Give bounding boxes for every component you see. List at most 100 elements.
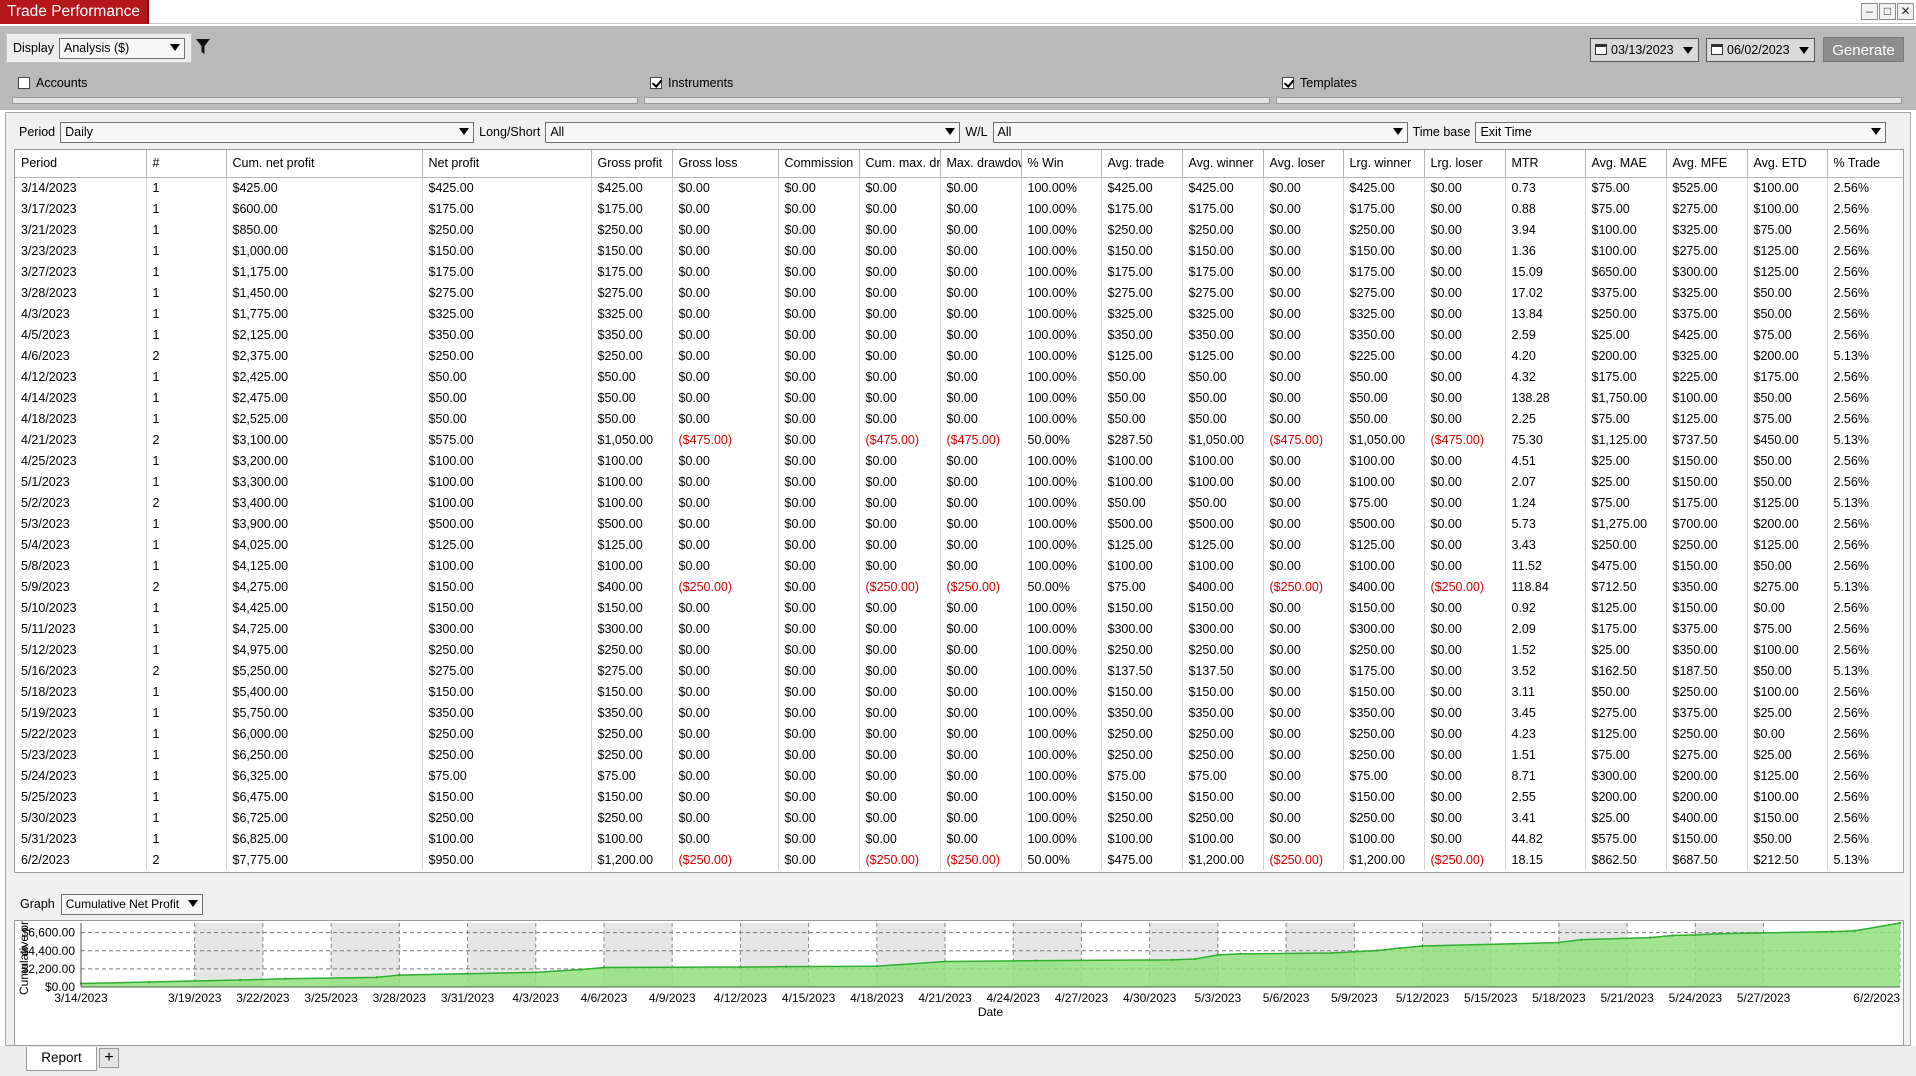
column-header[interactable]: Avg. trade [1101,150,1183,178]
table-cell: $0.00 [778,219,860,240]
templates-toggle[interactable]: Templates [1282,76,1357,90]
column-header[interactable]: Lrg. loser [1424,150,1506,178]
table-cell: $0.00 [1424,177,1506,198]
column-header[interactable]: MTR [1505,150,1586,178]
column-header[interactable]: Gross loss [672,150,779,178]
table-cell: $0.00 [940,744,1022,765]
column-header[interactable]: Lrg. winner [1343,150,1425,178]
column-header[interactable]: Avg. loser [1263,150,1344,178]
instruments-toggle[interactable]: Instruments [650,76,733,90]
table-cell: $75.00 [1747,324,1828,345]
x-tick-label: 5/15/2023 [1464,991,1518,1005]
table-row[interactable]: 5/23/2023 1 $6,250.00 $250.00 $250.00 $0.00 $0… [15,744,1903,765]
table-row[interactable]: 5/1/2023 1 $3,300.00 $100.00 $100.00 $0.00 $0.… [15,471,1903,492]
table-row[interactable]: 5/16/2023 2 $5,250.00 $275.00 $275.00 $0.00 $0… [15,660,1903,681]
table-row[interactable]: 5/11/2023 1 $4,725.00 $300.00 $300.00 $0.00 $0… [15,618,1903,639]
table-row[interactable]: 5/19/2023 1 $5,750.00 $350.00 $350.00 $0.00 $0… [15,702,1903,723]
templates-panel-bar[interactable] [1276,97,1902,104]
table-row[interactable]: 4/14/2023 1 $2,475.00 $50.00 $50.00 $0.00 $0.0… [15,387,1903,408]
table-cell: $3,900.00 [226,513,423,534]
table-row[interactable]: 4/6/2023 2 $2,375.00 $250.00 $250.00 $0.00 $0.… [15,345,1903,366]
table-row[interactable]: 5/12/2023 1 $4,975.00 $250.00 $250.00 $0.00 $0… [15,639,1903,660]
period-select[interactable]: Daily [60,121,475,143]
table-row[interactable]: 4/12/2023 1 $2,425.00 $50.00 $50.00 $0.00 $0.0… [15,366,1903,387]
table-row[interactable]: 5/18/2023 1 $5,400.00 $150.00 $150.00 $0.00 $0… [15,681,1903,702]
close-button[interactable]: ✕ [1897,3,1914,20]
table-row[interactable]: 5/30/2023 1 $6,725.00 $250.00 $250.00 $0.00 $0… [15,807,1903,828]
column-header[interactable]: Cum. net profit [226,150,423,178]
table-row[interactable]: 5/25/2023 1 $6,475.00 $150.00 $150.00 $0.00 $0… [15,786,1903,807]
table-cell: $250.00 [422,744,592,765]
column-header[interactable]: Avg. ETD [1747,150,1828,178]
table-row[interactable]: 5/22/2023 1 $6,000.00 $250.00 $250.00 $0.00 $0… [15,723,1903,744]
column-header[interactable]: Commission [778,150,860,178]
table-row[interactable]: 3/27/2023 1 $1,175.00 $175.00 $175.00 $0.00 $0… [15,261,1903,282]
table-cell: 1 [146,597,227,618]
table-row[interactable]: 4/18/2023 1 $2,525.00 $50.00 $50.00 $0.00 $0.0… [15,408,1903,429]
chevron-down-icon [170,43,180,51]
restore-button[interactable]: □ [1879,3,1896,20]
table-row[interactable]: 5/4/2023 1 $4,025.00 $125.00 $125.00 $0.00 $0.… [15,534,1903,555]
table-row[interactable]: 3/28/2023 1 $1,450.00 $275.00 $275.00 $0.00 $0… [15,282,1903,303]
table-cell: $0.00 [1424,219,1506,240]
column-header[interactable]: Avg. MFE [1666,150,1748,178]
column-header[interactable]: Gross profit [591,150,673,178]
column-header[interactable]: Cum. max. drawdown [859,150,941,178]
column-header[interactable]: Period [15,150,147,178]
table-row[interactable]: 5/31/2023 1 $6,825.00 $100.00 $100.00 $0.00 $0… [15,828,1903,849]
filter-icon[interactable] [196,39,210,55]
longshort-select[interactable]: All [545,121,961,143]
table-row[interactable]: 5/9/2023 2 $4,275.00 $150.00 $400.00 ($250.00… [15,576,1903,597]
table-row[interactable]: 4/5/2023 1 $2,125.00 $350.00 $350.00 $0.00 $0.… [15,324,1903,345]
table-cell: $0.00 [778,555,860,576]
table-row[interactable]: 6/2/2023 2 $7,775.00 $950.00 $1,200.00 ($250.… [15,849,1903,870]
table-row[interactable]: 3/21/2023 1 $850.00 $250.00 $250.00 $0.00 $0.0… [15,219,1903,240]
column-header[interactable]: Avg. MAE [1585,150,1667,178]
table-row[interactable]: 4/25/2023 1 $3,200.00 $100.00 $100.00 $0.00 $0… [15,450,1903,471]
table-row[interactable]: 3/17/2023 1 $600.00 $175.00 $175.00 $0.00 $0.0… [15,198,1903,219]
column-header[interactable]: # [146,150,227,178]
data-point [1421,944,1424,948]
minimize-button[interactable]: – [1861,3,1878,20]
tab-report[interactable]: Report [26,1047,97,1071]
column-header[interactable]: Net profit [422,150,592,178]
column-header[interactable]: Avg. winner [1182,150,1264,178]
end-date-picker[interactable]: 06/02/2023 [1706,38,1815,62]
table-cell: 1.24 [1505,492,1586,513]
table-row[interactable]: 4/3/2023 1 $1,775.00 $325.00 $325.00 $0.00 $0.… [15,303,1903,324]
table-cell: $150.00 [1182,681,1264,702]
column-header[interactable]: Max. drawdown [940,150,1022,178]
table-cell: $3,200.00 [226,450,423,471]
instruments-checkbox[interactable] [650,77,662,89]
data-point [1898,921,1902,925]
instruments-panel-bar[interactable] [644,97,1270,104]
display-select[interactable]: Analysis ($) [59,37,185,59]
table-row[interactable]: 5/3/2023 1 $3,900.00 $500.00 $500.00 $0.00 $0.… [15,513,1903,534]
table-cell: $0.00 [1263,618,1344,639]
table-row[interactable]: 5/8/2023 1 $4,125.00 $100.00 $100.00 $0.00 $0.… [15,555,1903,576]
table-row[interactable]: 3/14/2023 1 $425.00 $425.00 $425.00 $0.00 $0.0… [15,177,1903,198]
table-cell: $0.00 [940,639,1022,660]
table-cell: $2,125.00 [226,324,423,345]
table-row[interactable]: 5/10/2023 1 $4,425.00 $150.00 $150.00 $0.00 $0… [15,597,1903,618]
column-header[interactable]: % Win [1021,150,1102,178]
table-row[interactable]: 3/23/2023 1 $1,000.00 $150.00 $150.00 $0.00 $0… [15,240,1903,261]
table-cell: $350.00 [1101,702,1183,723]
accounts-checkbox[interactable] [18,77,30,89]
timebase-select[interactable]: Exit Time [1475,121,1887,143]
table-cell: $50.00 [1747,387,1828,408]
x-tick-label: 5/24/2023 [1669,991,1723,1005]
column-header[interactable]: % Trade [1827,150,1903,178]
add-tab-button[interactable]: + [99,1048,119,1068]
graph-type-select[interactable]: Cumulative Net Profit [60,893,203,915]
table-cell: $225.00 [1343,345,1425,366]
generate-button[interactable]: Generate [1823,37,1904,62]
accounts-panel-bar[interactable] [12,97,638,104]
accounts-toggle[interactable]: Accounts [18,76,87,90]
table-row[interactable]: 4/21/2023 2 $3,100.00 $575.00 $1,050.00 ($475… [15,429,1903,450]
wl-select[interactable]: All [992,121,1408,143]
start-date-picker[interactable]: 03/13/2023 [1590,38,1699,62]
table-row[interactable]: 5/24/2023 1 $6,325.00 $75.00 $75.00 $0.00 $0.0… [15,765,1903,786]
table-row[interactable]: 5/2/2023 2 $3,400.00 $100.00 $100.00 $0.00 $0.… [15,492,1903,513]
templates-checkbox[interactable] [1282,77,1294,89]
